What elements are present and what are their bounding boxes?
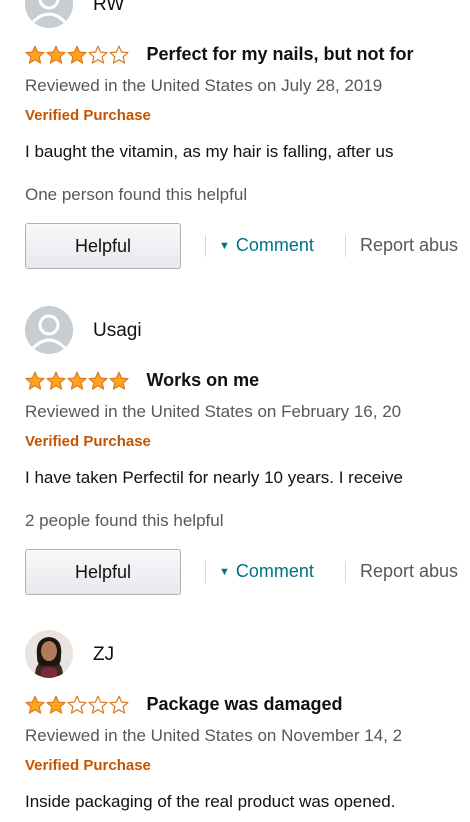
author-name[interactable]: RW (93, 0, 124, 16)
verified-purchase-badge: Verified Purchase (25, 757, 151, 774)
report-abuse-link[interactable]: Report abus (360, 561, 458, 582)
user-silhouette-icon (25, 306, 73, 354)
review-body: I baught the vitamin, as my hair is fall… (25, 142, 394, 161)
verified-purchase-badge: Verified Purchase (25, 107, 151, 124)
star-empty-icon (88, 45, 108, 64)
review-card: Usagi Works on me Reviewed in the United… (25, 306, 470, 606)
star-empty-icon (109, 695, 129, 714)
review-actions: Helpful ▼ Comment Report abus (25, 549, 470, 597)
comment-label: Comment (235, 561, 314, 581)
review-card: ZJ Package was damaged Reviewed in the U… (25, 630, 470, 822)
avatar (25, 630, 73, 678)
star-filled-icon (46, 45, 66, 64)
helpful-count: One person found this helpful (25, 185, 248, 204)
verified-purchase-badge: Verified Purchase (25, 433, 151, 450)
star-rating[interactable] (25, 371, 130, 391)
divider (345, 235, 346, 257)
photo-avatar-icon (25, 630, 73, 678)
star-empty-icon (88, 695, 108, 714)
star-filled-icon (46, 695, 66, 714)
divider (345, 561, 346, 583)
review-date: Reviewed in the United States on Februar… (25, 402, 402, 421)
review-card: RW Perfect for my nails, but not for Rev… (25, 0, 470, 280)
review-date: Reviewed in the United States on July 28… (25, 76, 383, 95)
author-name[interactable]: ZJ (93, 644, 114, 666)
star-filled-icon (67, 45, 87, 64)
star-filled-icon (25, 695, 45, 714)
star-filled-icon (109, 371, 129, 390)
helpful-button[interactable]: Helpful (25, 223, 181, 269)
review-title-row: Package was damaged (25, 694, 343, 718)
chevron-down-icon: ▼ (219, 240, 230, 252)
comment-link[interactable]: ▼ Comment (219, 561, 314, 582)
chevron-down-icon: ▼ (219, 566, 230, 578)
star-filled-icon (25, 45, 45, 64)
review-title-row: Perfect for my nails, but not for (25, 44, 413, 68)
star-filled-icon (25, 371, 45, 390)
star-filled-icon (67, 371, 87, 390)
star-filled-icon (46, 371, 66, 390)
avatar (25, 0, 73, 28)
star-empty-icon (109, 45, 129, 64)
helpful-count: 2 people found this helpful (25, 511, 224, 530)
review-body: I have taken Perfectil for nearly 10 yea… (25, 468, 403, 487)
avatar (25, 306, 73, 354)
review-date: Reviewed in the United States on Novembe… (25, 726, 403, 745)
star-filled-icon (88, 371, 108, 390)
author-name[interactable]: Usagi (93, 320, 142, 342)
star-rating[interactable] (25, 45, 130, 65)
divider (205, 235, 206, 257)
review-title[interactable]: Works on me (146, 370, 259, 391)
comment-label: Comment (235, 235, 314, 255)
review-actions: Helpful ▼ Comment Report abus (25, 223, 470, 271)
divider (205, 561, 206, 583)
review-title-row: Works on me (25, 370, 259, 394)
review-author: RW (25, 0, 470, 28)
star-rating[interactable] (25, 695, 130, 715)
review-body: Inside packaging of the real product was… (25, 792, 396, 811)
star-empty-icon (67, 695, 87, 714)
helpful-button[interactable]: Helpful (25, 549, 181, 595)
comment-link[interactable]: ▼ Comment (219, 235, 314, 256)
report-abuse-link[interactable]: Report abus (360, 235, 458, 256)
user-silhouette-icon (25, 0, 73, 28)
review-author: ZJ (25, 630, 470, 678)
review-title[interactable]: Perfect for my nails, but not for (146, 44, 413, 65)
review-title[interactable]: Package was damaged (146, 694, 342, 715)
review-author: Usagi (25, 306, 470, 354)
